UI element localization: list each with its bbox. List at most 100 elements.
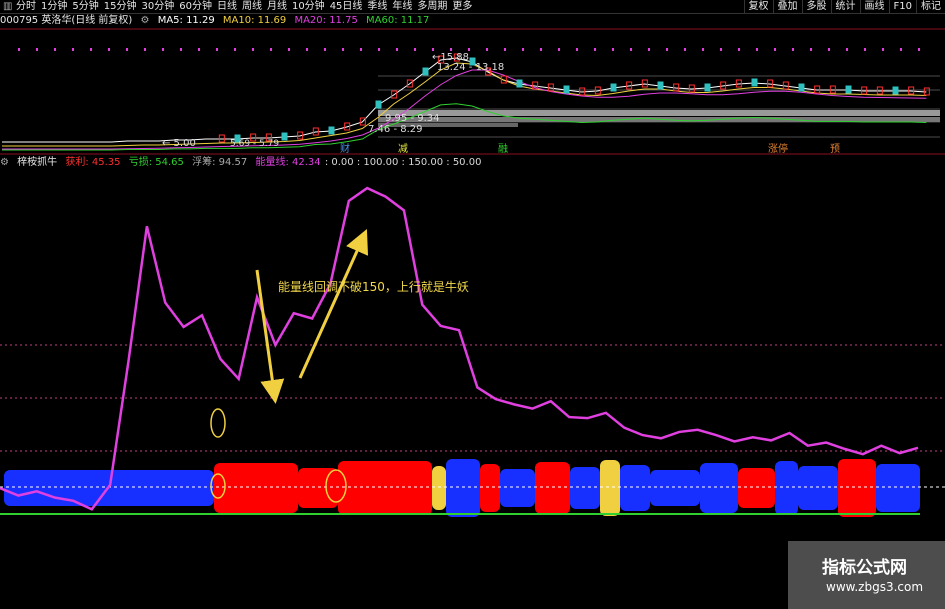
energy-band <box>338 461 432 515</box>
marker-dot <box>270 48 272 51</box>
event-marker: 减 <box>398 143 408 155</box>
event-marker: 财 <box>340 142 350 155</box>
energy-band <box>446 459 480 517</box>
float-value: 浮筹: 94.57 <box>192 157 248 168</box>
candle <box>892 86 899 95</box>
candle <box>845 85 852 94</box>
marker-dot <box>234 48 236 51</box>
marker-dot <box>576 48 578 51</box>
marker-dot <box>198 48 200 51</box>
energy-band <box>500 469 535 507</box>
energy-band <box>4 470 214 506</box>
candle <box>751 78 758 87</box>
marker-dot <box>216 48 218 51</box>
marker-dot <box>504 48 506 51</box>
energy-band <box>480 464 500 512</box>
price-mid-label: 9.95 - 9.34 <box>385 113 440 124</box>
price-low-label: 5.69 - 5.79 <box>230 139 279 149</box>
energy-band <box>876 464 920 512</box>
marker-dot <box>648 48 650 51</box>
highlight-circle <box>210 408 226 438</box>
marker-dot <box>810 48 812 51</box>
highlight-circle <box>210 473 226 499</box>
marker-dot <box>36 48 38 51</box>
settings-icon[interactable]: ⚙ <box>0 157 9 168</box>
watermark-title: 指标公式网 <box>822 558 907 578</box>
candle <box>563 85 570 94</box>
energy-line <box>0 186 919 511</box>
marker-dot <box>288 48 290 51</box>
candle <box>328 126 335 135</box>
marker-dot <box>828 48 830 51</box>
marker-dot <box>18 48 20 51</box>
marker-dot <box>702 48 704 51</box>
marker-dot <box>396 48 398 51</box>
energy-band <box>838 459 876 517</box>
loss-value: 亏损: 54.65 <box>128 157 184 168</box>
marker-dot <box>558 48 560 51</box>
candle <box>422 67 429 76</box>
annotation-text: 能量线回调不破150，上行就是牛妖 <box>278 280 469 294</box>
energy-value: 能量线: 42.34 <box>255 157 321 168</box>
event-marker: 融 <box>498 143 508 155</box>
candle <box>657 81 664 90</box>
price-low-label: ← 5.00 <box>162 138 196 149</box>
candle <box>375 100 382 109</box>
marker-dot <box>684 48 686 51</box>
watermark-url: www.zbgs3.com <box>826 580 924 594</box>
candle <box>281 132 288 141</box>
candle <box>798 83 805 92</box>
energy-band <box>650 470 700 506</box>
marker-dot <box>378 48 380 51</box>
profit-value: 获利: 45.35 <box>65 157 121 168</box>
event-marker: 预 <box>830 143 840 155</box>
marker-dot <box>468 48 470 51</box>
marker-dot <box>162 48 164 51</box>
level-values: : 0.00 : 100.00 : 150.00 : 50.00 <box>324 157 482 168</box>
marker-dot <box>144 48 146 51</box>
energy-band <box>570 467 600 509</box>
marker-dot <box>522 48 524 51</box>
marker-dot <box>360 48 362 51</box>
energy-band <box>620 465 650 511</box>
marker-dot <box>180 48 182 51</box>
price-range-label: 13.24 - 13.18 <box>437 62 504 73</box>
marker-dot <box>594 48 596 51</box>
marker-dot <box>720 48 722 51</box>
marker-dot <box>774 48 776 51</box>
energy-band <box>700 463 738 513</box>
marker-dot <box>252 48 254 51</box>
marker-dot <box>72 48 74 51</box>
marker-dot <box>414 48 416 51</box>
marker-dot <box>126 48 128 51</box>
energy-band <box>432 466 446 510</box>
marker-dot <box>918 48 920 51</box>
marker-dot <box>342 48 344 51</box>
marker-dot <box>324 48 326 51</box>
down-arrow <box>255 269 285 404</box>
marker-dot <box>792 48 794 51</box>
price-chart: ←15.8813.24 - 13.189.95 - 9.347.46 - 8.2… <box>0 28 945 155</box>
energy-band <box>738 468 775 508</box>
marker-dot <box>306 48 308 51</box>
marker-dot <box>432 48 434 51</box>
marker-dot <box>90 48 92 51</box>
candle <box>516 79 523 88</box>
candle <box>610 83 617 92</box>
marker-dot <box>630 48 632 51</box>
up-arrow <box>298 229 369 379</box>
energy-band <box>600 460 620 516</box>
energy-band <box>535 462 570 514</box>
marker-dot <box>612 48 614 51</box>
candle <box>641 79 648 88</box>
marker-dot <box>450 48 452 51</box>
indicator-header: ⚙ 梓桉抓牛 获利: 45.35 亏损: 54.65 浮筹: 94.57 能量线… <box>0 156 486 170</box>
marker-dot <box>486 48 488 51</box>
price-mid-label: 7.46 - 8.29 <box>368 124 423 135</box>
marker-dot <box>864 48 866 51</box>
marker-dot <box>900 48 902 51</box>
marker-dot <box>108 48 110 51</box>
event-marker: 涨停 <box>768 142 788 155</box>
marker-dot <box>882 48 884 51</box>
watermark: 指标公式网 www.zbgs3.com <box>788 541 945 609</box>
